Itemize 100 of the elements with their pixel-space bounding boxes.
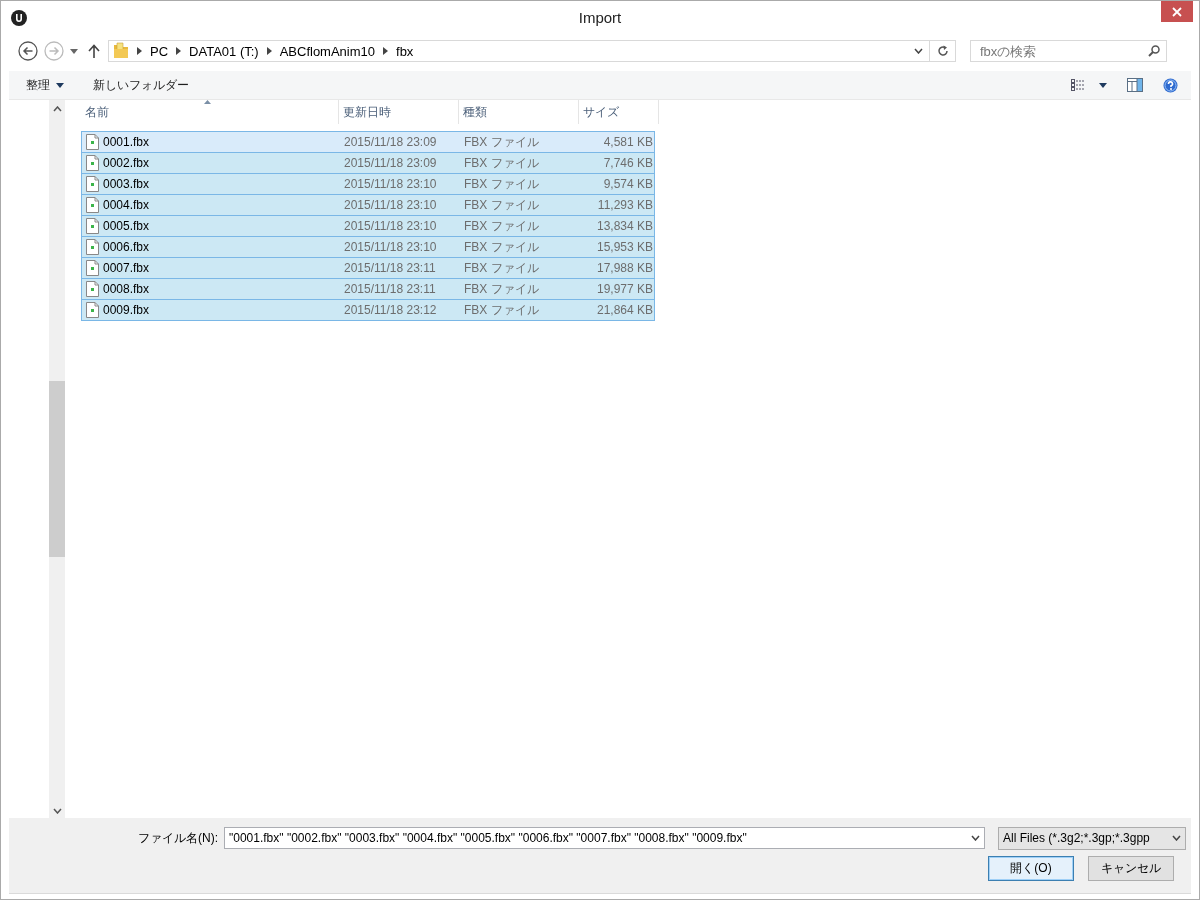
breadcrumb[interactable]: DATA01 (T:) xyxy=(189,43,259,59)
open-button[interactable]: 開く(O) xyxy=(988,856,1074,881)
file-icon xyxy=(86,155,99,171)
column-header[interactable]: サイズ xyxy=(579,100,659,124)
file-icon xyxy=(86,176,99,192)
file-size: 4,581 KB xyxy=(602,135,654,149)
modified-date: 2015/11/18 23:12 xyxy=(343,303,438,317)
chevron-up-icon xyxy=(52,106,62,112)
back-button[interactable] xyxy=(18,41,38,61)
file-row[interactable]: 0006.fbx 2015/11/18 23:10 FBX ファイル 15,953 KB xyxy=(81,236,655,258)
file-row[interactable]: 0002.fbx 2015/11/18 23:09 FBX ファイル 7,746 KB xyxy=(81,152,655,174)
caret-icon xyxy=(70,48,78,54)
file-size: 17,988 KB xyxy=(595,261,654,275)
cancel-button[interactable]: キャンセル xyxy=(1088,856,1174,881)
scrollbar-thumb[interactable] xyxy=(49,381,65,557)
close-icon xyxy=(1172,6,1182,17)
address-bar[interactable]: PC DATA01 (T:) ABCflomAnim10 fbx xyxy=(108,40,956,62)
search-icon xyxy=(1148,45,1160,57)
modified-date: 2015/11/18 23:09 xyxy=(343,156,438,170)
chevron-down-icon xyxy=(52,808,62,814)
modified-date: 2015/11/18 23:11 xyxy=(343,282,437,296)
file-type: FBX ファイル xyxy=(463,133,540,151)
file-row[interactable]: 0007.fbx 2015/11/18 23:11 FBX ファイル 17,988 KB xyxy=(81,257,655,279)
file-size: 15,953 KB xyxy=(595,240,654,254)
refresh-icon xyxy=(936,45,949,57)
file-size: 7,746 KB xyxy=(602,156,654,170)
chevron-down-icon xyxy=(971,835,980,841)
file-icon xyxy=(86,197,99,213)
file-size: 13,834 KB xyxy=(595,219,654,233)
file-icon xyxy=(86,302,99,318)
close-button[interactable] xyxy=(1161,1,1193,22)
file-size: 11,293 KB xyxy=(596,198,654,212)
file-type: FBX ファイル xyxy=(463,280,540,298)
help-button[interactable] xyxy=(1163,77,1178,93)
folder-icon xyxy=(113,42,129,60)
breadcrumb[interactable]: fbx xyxy=(396,43,414,59)
file-type: FBX ファイル xyxy=(463,259,540,277)
up-button[interactable] xyxy=(88,44,100,58)
file-name: 0003.fbx xyxy=(103,177,150,191)
file-name: 0001.fbx xyxy=(103,135,150,149)
file-type: FBX ファイル xyxy=(463,301,540,319)
file-type: FBX ファイル xyxy=(463,238,540,256)
file-name: 0004.fbx xyxy=(103,198,150,212)
file-type: FBX ファイル xyxy=(463,196,540,214)
file-name: 0005.fbx xyxy=(103,219,150,233)
chevron-down-icon xyxy=(913,48,923,54)
file-type: FBX ファイル xyxy=(463,154,540,172)
preview-pane-icon xyxy=(1127,78,1143,92)
search-field[interactable]: fbxの検索 xyxy=(970,40,1167,62)
view-options-button[interactable] xyxy=(1071,79,1107,91)
chevron-down-icon xyxy=(1172,835,1181,841)
scrollbar[interactable] xyxy=(49,100,65,818)
modified-date: 2015/11/18 23:10 xyxy=(343,198,438,212)
file-name: 0008.fbx xyxy=(103,282,150,296)
modified-date: 2015/11/18 23:10 xyxy=(343,240,438,254)
up-arrow-icon xyxy=(88,44,100,58)
modified-date: 2015/11/18 23:10 xyxy=(343,219,438,233)
file-row[interactable]: 0008.fbx 2015/11/18 23:11 FBX ファイル 19,977 KB xyxy=(81,278,655,300)
modified-date: 2015/11/18 23:10 xyxy=(343,177,438,191)
preview-pane-button[interactable] xyxy=(1127,78,1143,92)
column-header[interactable]: 更新日時 xyxy=(339,100,459,124)
file-row[interactable]: 0005.fbx 2015/11/18 23:10 FBX ファイル 13,834 KB xyxy=(81,215,655,237)
organize-menu[interactable]: 整理 xyxy=(26,76,64,94)
file-type-dropdown[interactable]: All Files (*.3g2;*.3gp;*.3gpp xyxy=(998,826,1186,850)
caret-icon xyxy=(56,82,64,88)
chevron-right-icon xyxy=(383,47,389,55)
chevron-right-icon xyxy=(176,47,182,55)
file-size: 9,574 KB xyxy=(602,177,654,191)
file-name-field[interactable]: "0001.fbx" "0002.fbx" "0003.fbx" "0004.fbx" "0005.fbx" "0006.fbx" "0007.fbx" "0008.fbx" "0009.fbx" xyxy=(224,827,985,849)
breadcrumb[interactable]: PC xyxy=(150,43,169,59)
chevron-right-icon xyxy=(137,47,142,55)
file-size: 19,977 KB xyxy=(595,282,654,296)
app-logo-icon xyxy=(11,10,27,26)
file-name: 0007.fbx xyxy=(103,261,150,275)
file-name: 0009.fbx xyxy=(103,303,150,317)
file-row[interactable]: 0003.fbx 2015/11/18 23:10 FBX ファイル 9,574 KB xyxy=(81,173,655,195)
window-title: Import xyxy=(578,9,622,26)
file-name: 0002.fbx xyxy=(103,156,150,170)
file-row[interactable]: 0001.fbx 2015/11/18 23:09 FBX ファイル 4,581 KB xyxy=(81,131,655,153)
modified-date: 2015/11/18 23:11 xyxy=(343,261,437,275)
file-row[interactable]: 0009.fbx 2015/11/18 23:12 FBX ファイル 21,864 KB xyxy=(81,299,655,321)
file-icon xyxy=(86,218,99,234)
file-size: 21,864 KB xyxy=(595,303,654,317)
new-folder-button[interactable]: 新しいフォルダー xyxy=(93,76,189,94)
file-name-label: ファイル名(N): xyxy=(138,829,218,847)
recent-locations-button[interactable] xyxy=(70,48,78,54)
help-icon xyxy=(1163,77,1178,93)
column-header[interactable]: 種類 xyxy=(459,100,579,124)
chevron-right-icon xyxy=(266,47,272,55)
caret-icon xyxy=(1099,82,1107,88)
column-header[interactable]: 名前 xyxy=(81,100,339,124)
file-icon xyxy=(86,260,99,276)
breadcrumb[interactable]: ABCflomAnim10 xyxy=(279,43,376,59)
details-view-icon xyxy=(1071,79,1085,91)
file-row[interactable]: 0004.fbx 2015/11/18 23:10 FBX ファイル 11,293 KB xyxy=(81,194,655,216)
file-icon xyxy=(86,134,99,150)
file-icon xyxy=(86,239,99,255)
file-name-input[interactable]: "0001.fbx" "0002.fbx" "0003.fbx" "0004.fbx" "0005.fbx" "0006.fbx" "0007.fbx" "0008.fbx" "0009.fbx" xyxy=(225,831,967,845)
file-type: FBX ファイル xyxy=(463,217,540,235)
file-icon xyxy=(86,281,99,297)
